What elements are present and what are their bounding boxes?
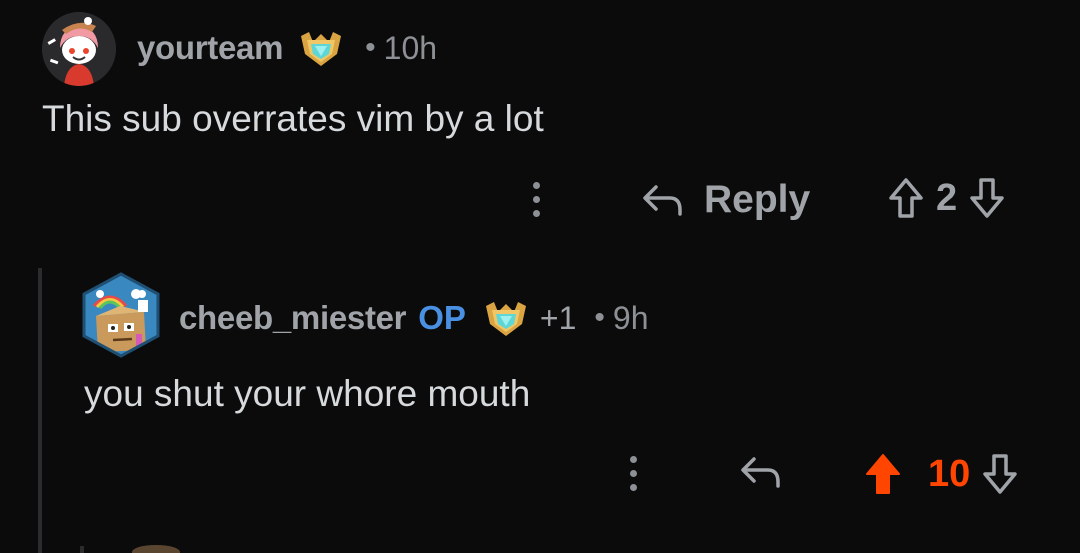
reply-arrow-icon [643, 185, 682, 216]
downvote-arrow-icon[interactable] [982, 452, 1018, 496]
reply-button[interactable]: Reply [642, 178, 810, 222]
comment-thread: yourteam • 10h This sub overrates vim by… [0, 0, 1080, 553]
more-options-icon[interactable] [627, 454, 639, 494]
user-avatar[interactable] [80, 272, 162, 358]
username[interactable]: cheeb_miester [179, 299, 407, 337]
comment-time: 9h [612, 299, 649, 336]
comment-body: This sub overrates vim by a lot [42, 98, 544, 139]
award-count: +1 [539, 299, 577, 336]
snoo-avatar-icon [42, 12, 116, 86]
reply-button[interactable] [740, 455, 782, 489]
vote-count: 10 [928, 452, 971, 495]
thread-line[interactable] [38, 268, 42, 553]
vote-count: 2 [936, 176, 958, 219]
more-options-icon[interactable] [530, 180, 542, 220]
comment-time: 10h [383, 29, 438, 66]
user-avatar[interactable] [132, 545, 180, 553]
nested-thread-line[interactable] [80, 546, 84, 553]
time-separator: • [365, 31, 376, 64]
reply-arrow-icon [741, 457, 780, 488]
diamond-award-icon[interactable] [299, 28, 343, 68]
diamond-award-icon[interactable] [484, 298, 528, 338]
comment-header: yourteam • 10h [137, 22, 437, 74]
username[interactable]: yourteam [137, 29, 283, 67]
vote-controls: 10 [864, 452, 1018, 496]
vote-controls: 2 [888, 176, 1005, 220]
op-badge: OP [418, 299, 466, 336]
reply-label: Reply [704, 178, 811, 221]
box-character-avatar-icon [82, 272, 160, 358]
upvote-arrow-icon[interactable] [864, 452, 902, 496]
time-separator: • [594, 301, 605, 334]
user-avatar[interactable] [42, 12, 116, 86]
upvote-arrow-icon[interactable] [888, 176, 924, 220]
comment-header: cheeb_miester OP +1 • 9h [179, 292, 649, 344]
comment-body: you shut your whore mouth [84, 373, 531, 414]
downvote-arrow-icon[interactable] [969, 176, 1005, 220]
